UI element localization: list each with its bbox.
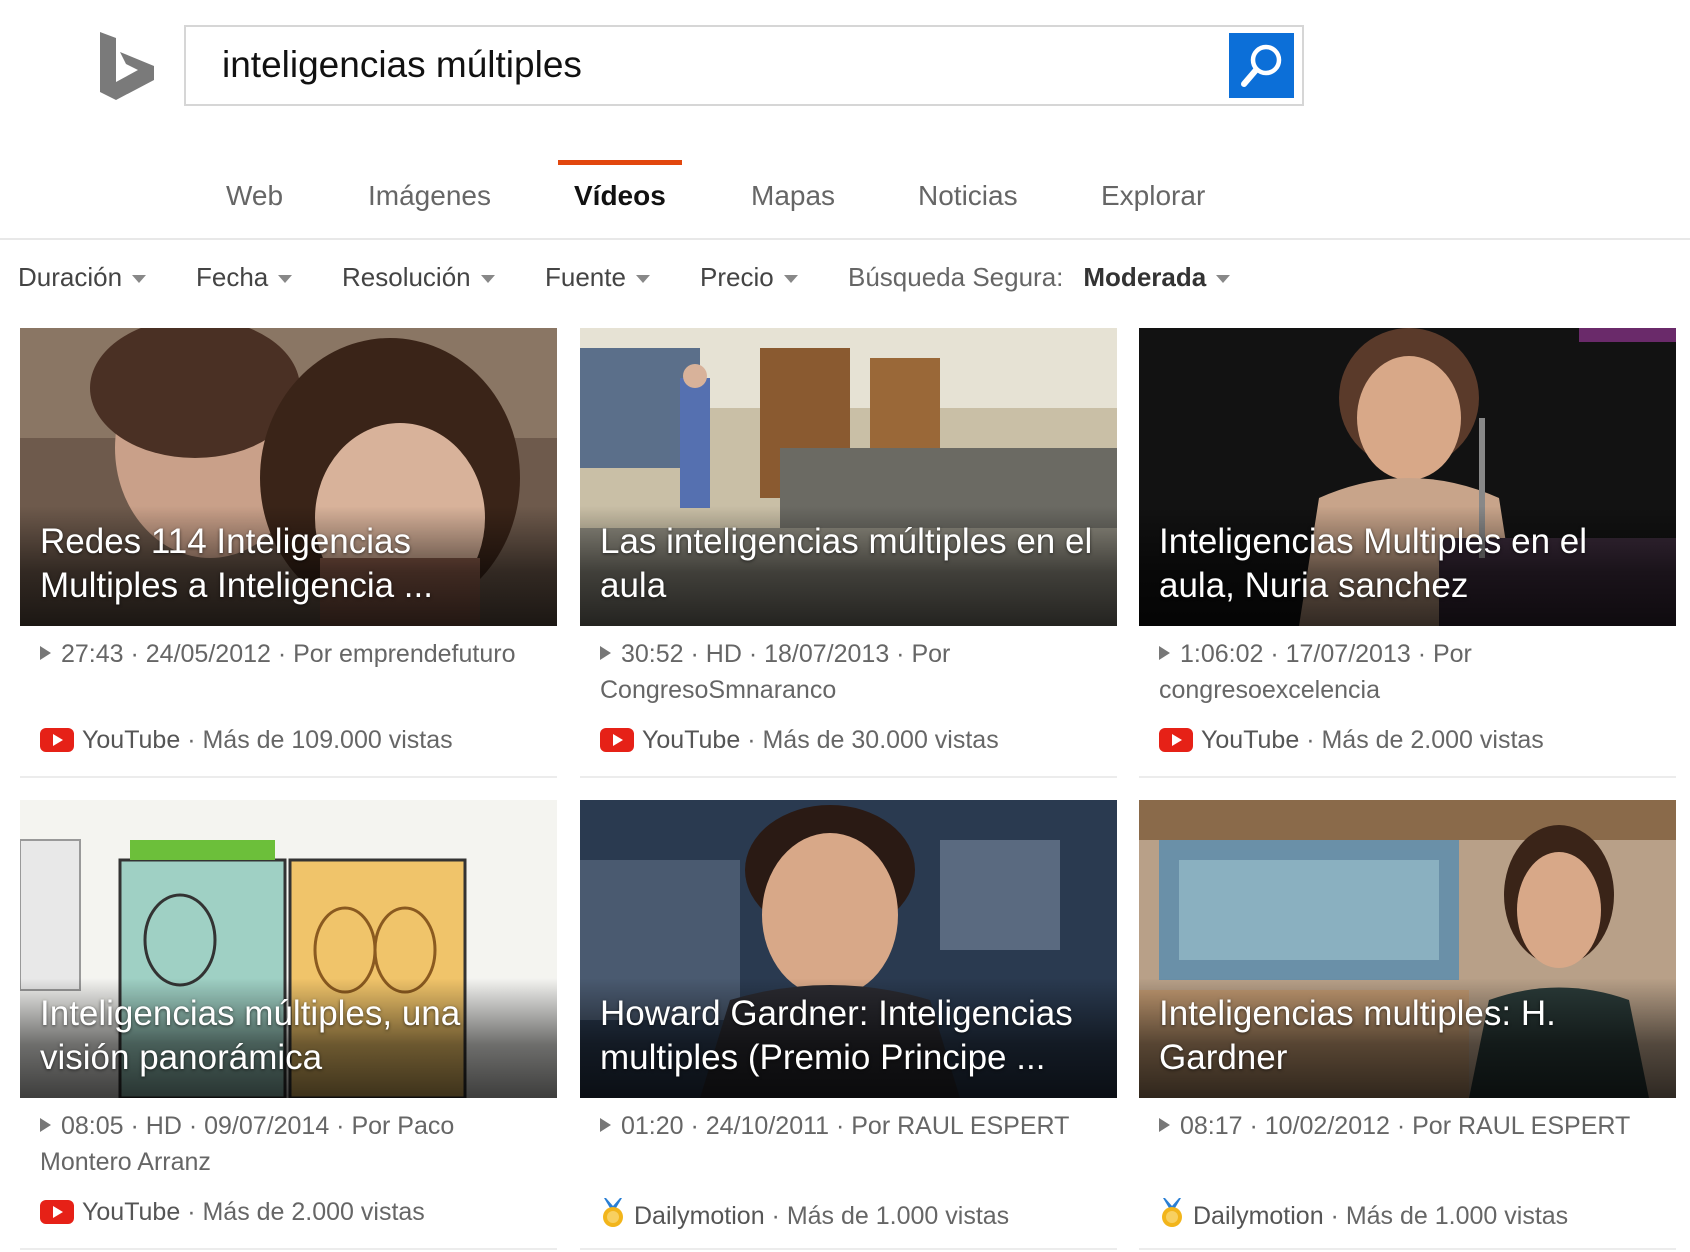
bing-logo-icon[interactable] bbox=[96, 30, 162, 102]
filter-duration[interactable]: Duración bbox=[18, 262, 147, 293]
view-count: · Más de 30.000 vistas bbox=[740, 726, 999, 754]
scope-tabs: Web Imágenes Vídeos Mapas Noticias Explo… bbox=[0, 156, 1690, 240]
filter-bar: Duración Fecha Resolución Fuente Precio … bbox=[18, 262, 1678, 302]
video-card[interactable]: Howard Gardner: Inteligencias multiples … bbox=[580, 800, 1117, 1250]
video-card[interactable]: Redes 114 Inteligencias Multiples a Inte… bbox=[20, 328, 557, 778]
filter-resolution-label: Resolución bbox=[342, 262, 471, 292]
view-count: · Más de 2.000 vistas bbox=[180, 1198, 425, 1226]
search-button[interactable] bbox=[1229, 33, 1294, 98]
video-thumbnail[interactable]: Las inteligencias múltiples en el aula bbox=[580, 328, 1117, 626]
video-meta-text: 30:52 · HD · 18/07/2013 · Por CongresoSm… bbox=[600, 640, 951, 704]
filter-duration-label: Duración bbox=[18, 262, 123, 292]
view-count: · Más de 2.000 vistas bbox=[1299, 726, 1544, 754]
video-title[interactable]: Howard Gardner: Inteligencias multiples … bbox=[600, 992, 1101, 1080]
video-meta: 27:43 · 24/05/2012 · Por emprendefuturo bbox=[40, 636, 540, 708]
source-name: YouTube bbox=[82, 726, 181, 754]
video-thumbnail[interactable]: Howard Gardner: Inteligencias multiples … bbox=[580, 800, 1117, 1098]
tab-maps[interactable]: Mapas bbox=[751, 156, 835, 240]
source-name: Dailymotion bbox=[1193, 1202, 1324, 1230]
video-meta-text: 08:17 · 10/02/2012 · Por RAUL ESPERT bbox=[1180, 1112, 1631, 1140]
video-thumbnail[interactable]: Inteligencias Multiples en el aula, Nuri… bbox=[1139, 328, 1676, 626]
source-name: YouTube bbox=[1201, 726, 1300, 754]
video-card[interactable]: Inteligencias múltiples, una visión pano… bbox=[20, 800, 557, 1250]
filter-source[interactable]: Fuente bbox=[545, 262, 650, 293]
video-meta: 30:52 · HD · 18/07/2013 · Por CongresoSm… bbox=[600, 636, 1100, 708]
chevron-down-icon bbox=[132, 275, 147, 284]
video-title[interactable]: Inteligencias múltiples, una visión pano… bbox=[40, 992, 541, 1080]
play-icon bbox=[40, 1118, 51, 1132]
source-name: YouTube bbox=[82, 1198, 181, 1226]
video-meta-text: 27:43 · 24/05/2012 · Por emprendefuturo bbox=[61, 640, 516, 668]
source-name: YouTube bbox=[642, 726, 741, 754]
filter-price[interactable]: Precio bbox=[700, 262, 798, 293]
chevron-down-icon bbox=[635, 275, 650, 284]
filter-safe-search[interactable]: Búsqueda Segura: Moderada bbox=[848, 262, 1231, 293]
dailymotion-icon bbox=[603, 1198, 623, 1227]
play-icon bbox=[600, 1118, 611, 1132]
video-thumbnail[interactable]: Redes 114 Inteligencias Multiples a Inte… bbox=[20, 328, 557, 626]
video-thumbnail[interactable]: Inteligencias múltiples, una visión pano… bbox=[20, 800, 557, 1098]
video-source: Dailymotion · Más de 1.000 vistas bbox=[600, 1198, 1009, 1231]
video-title[interactable]: Las inteligencias múltiples en el aula bbox=[600, 520, 1101, 608]
view-count: · Más de 1.000 vistas bbox=[764, 1202, 1010, 1230]
chevron-down-icon bbox=[480, 275, 495, 284]
video-source: YouTube · Más de 30.000 vistas bbox=[600, 726, 999, 755]
tab-web[interactable]: Web bbox=[226, 156, 283, 240]
filter-price-label: Precio bbox=[700, 262, 774, 292]
play-icon bbox=[40, 646, 51, 660]
chevron-down-icon bbox=[1216, 275, 1231, 284]
video-meta: 08:17 · 10/02/2012 · Por RAUL ESPERT bbox=[1159, 1108, 1659, 1180]
tab-explore[interactable]: Explorar bbox=[1101, 156, 1205, 240]
video-meta: 1:06:02 · 17/07/2013 · Por congresoexcel… bbox=[1159, 636, 1659, 708]
video-source: YouTube · Más de 2.000 vistas bbox=[1159, 726, 1544, 755]
video-meta-text: 08:05 · HD · 09/07/2014 · Por Paco Monte… bbox=[40, 1112, 455, 1176]
video-source: YouTube · Más de 2.000 vistas bbox=[40, 1198, 425, 1227]
chevron-down-icon bbox=[278, 275, 293, 284]
video-thumbnail[interactable]: Inteligencias multiples: H. Gardner bbox=[1139, 800, 1676, 1098]
search-icon bbox=[1241, 44, 1282, 87]
video-source: YouTube · Más de 109.000 vistas bbox=[40, 726, 453, 755]
tab-images[interactable]: Imágenes bbox=[368, 156, 491, 240]
video-card[interactable]: Las inteligencias múltiples en el aula 3… bbox=[580, 328, 1117, 778]
video-meta: 08:05 · HD · 09/07/2014 · Por Paco Monte… bbox=[40, 1108, 540, 1180]
tab-videos[interactable]: Vídeos bbox=[558, 156, 682, 240]
filter-resolution[interactable]: Resolución bbox=[342, 262, 495, 293]
youtube-icon bbox=[1159, 728, 1193, 752]
view-count: · Más de 1.000 vistas bbox=[1323, 1202, 1569, 1230]
video-meta: 01:20 · 24/10/2011 · Por RAUL ESPERT bbox=[600, 1108, 1100, 1180]
search-box bbox=[184, 25, 1304, 106]
tab-news[interactable]: Noticias bbox=[918, 156, 1018, 240]
video-meta-text: 01:20 · 24/10/2011 · Por RAUL ESPERT bbox=[621, 1112, 1070, 1140]
video-card[interactable]: Inteligencias Multiples en el aula, Nuri… bbox=[1139, 328, 1676, 778]
search-input[interactable] bbox=[222, 43, 1222, 87]
video-title[interactable]: Inteligencias Multiples en el aula, Nuri… bbox=[1159, 520, 1660, 608]
filter-source-label: Fuente bbox=[545, 262, 626, 292]
filter-date[interactable]: Fecha bbox=[196, 262, 293, 293]
video-source: Dailymotion · Más de 1.000 vistas bbox=[1159, 1198, 1568, 1231]
play-icon bbox=[1159, 1118, 1170, 1132]
chevron-down-icon bbox=[783, 275, 798, 284]
source-name: Dailymotion bbox=[634, 1202, 765, 1230]
youtube-icon bbox=[600, 728, 634, 752]
video-meta-text: 1:06:02 · 17/07/2013 · Por congresoexcel… bbox=[1159, 640, 1472, 704]
play-icon bbox=[1159, 646, 1170, 660]
safe-search-value: Moderada bbox=[1083, 262, 1207, 292]
safe-search-label: Búsqueda Segura: bbox=[848, 262, 1064, 292]
filter-date-label: Fecha bbox=[196, 262, 269, 292]
video-title[interactable]: Inteligencias multiples: H. Gardner bbox=[1159, 992, 1660, 1080]
youtube-icon bbox=[40, 1200, 74, 1224]
video-title[interactable]: Redes 114 Inteligencias Multiples a Inte… bbox=[40, 520, 541, 608]
video-card[interactable]: Inteligencias multiples: H. Gardner 08:1… bbox=[1139, 800, 1676, 1250]
dailymotion-icon bbox=[1162, 1198, 1182, 1227]
view-count: · Más de 109.000 vistas bbox=[180, 726, 453, 754]
youtube-icon bbox=[40, 728, 74, 752]
play-icon bbox=[600, 646, 611, 660]
